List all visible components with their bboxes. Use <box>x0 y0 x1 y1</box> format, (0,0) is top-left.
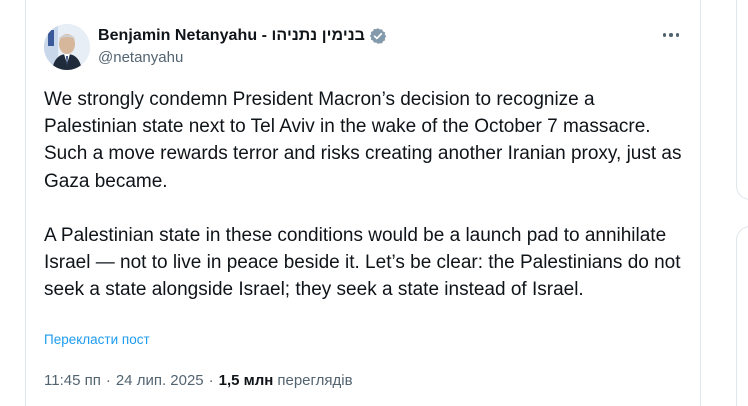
author-handle[interactable]: @netanyahu <box>98 49 183 66</box>
tweet-text: We strongly condemn President Macron’s d… <box>44 86 684 304</box>
display-name[interactable]: Benjamin Netanyahu - בנימין נתניהו <box>98 27 365 45</box>
meta-separator: · <box>208 372 214 389</box>
tweet-paragraph-1: We strongly condemn President Macron’s d… <box>44 89 682 192</box>
author-name-row[interactable]: Benjamin Netanyahu - בנימין נתניהו <box>98 26 387 46</box>
sidebar-panel-edge-top <box>736 0 748 200</box>
left-background <box>0 0 26 406</box>
sidebar-panel-edge-bottom <box>736 226 748 406</box>
avatar[interactable] <box>44 24 90 70</box>
verified-badge-icon[interactable] <box>369 27 387 45</box>
views-count[interactable]: 1,5 млн <box>219 372 274 389</box>
profile-photo-icon <box>44 24 90 70</box>
more-options-button[interactable] <box>660 24 682 46</box>
views-label: переглядів <box>277 372 353 389</box>
tweet-meta: 11:45 пп · 24 лип. 2025 · 1,5 млн перегл… <box>44 372 353 389</box>
tweet-paragraph-2: A Palestinian state in these conditions … <box>44 225 681 301</box>
tweet-date[interactable]: 24 лип. 2025 <box>116 372 204 389</box>
tweet-time[interactable]: 11:45 пп <box>44 372 101 389</box>
more-horizontal-icon <box>662 33 667 37</box>
meta-separator: · <box>105 372 111 389</box>
translate-post-link[interactable]: Перекласти пост <box>44 332 150 347</box>
